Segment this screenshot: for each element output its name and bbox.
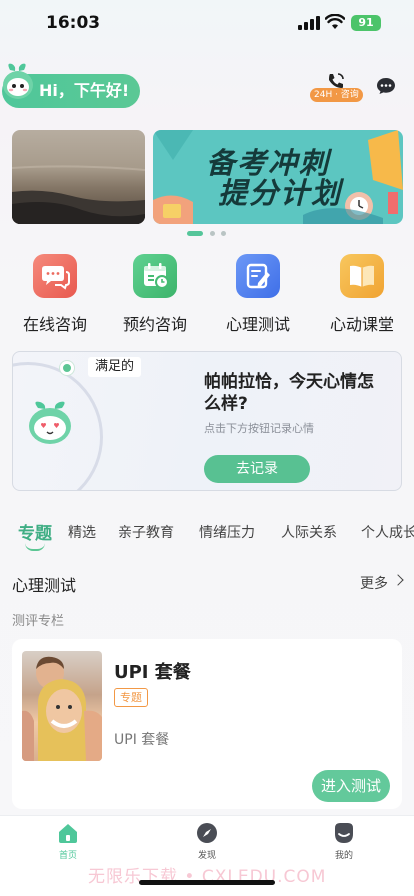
mood-subtitle: 点击下方按钮记录心情 — [204, 422, 314, 435]
entry-appointment[interactable]: 预约咨询 — [112, 254, 198, 335]
people-photo — [22, 656, 102, 761]
entry-label: 心理测试 — [225, 315, 290, 334]
carousel-dot[interactable] — [221, 231, 226, 236]
chat-bubbles-icon — [33, 254, 77, 298]
beach-photo — [12, 165, 145, 224]
nav-home[interactable]: 首页 — [38, 822, 98, 861]
status-time: 16:03 — [46, 13, 101, 33]
section-subtitle: 测评专栏 — [12, 614, 65, 629]
tab-active-indicator — [25, 543, 45, 551]
tab-parenting[interactable]: 亲子教育 — [118, 522, 174, 542]
calendar-clock-icon — [133, 254, 177, 298]
section-title: 心理测试 — [12, 576, 77, 595]
mood-slider-handle[interactable] — [60, 361, 74, 375]
test-description: UPI 套餐 — [114, 732, 170, 748]
banner-slide-photo[interactable] — [12, 130, 145, 224]
entry-label: 预约咨询 — [122, 315, 187, 334]
profile-icon — [333, 822, 355, 844]
banner-title-line2: 提分计划 — [218, 176, 343, 210]
tab-featured[interactable]: 精选 — [68, 522, 96, 542]
mood-title: 帕帕拉恰，今天心情怎么样? — [204, 372, 374, 414]
more-link[interactable]: 更多 — [360, 573, 388, 593]
carousel-dot[interactable] — [210, 231, 215, 236]
record-mood-button[interactable]: 去记录 — [204, 455, 310, 483]
entry-classroom[interactable]: 心动课堂 — [319, 254, 405, 335]
book-icon — [340, 254, 384, 298]
chat-bubble-icon[interactable] — [376, 77, 396, 95]
signal-icon — [298, 16, 320, 30]
consult-badge[interactable]: 24H · 咨询 — [310, 88, 363, 102]
enter-test-button[interactable]: 进入测试 — [312, 770, 390, 802]
nav-profile[interactable]: 我的 — [314, 822, 374, 861]
test-cover-photo[interactable] — [22, 651, 102, 761]
nav-discover[interactable]: 发现 — [177, 822, 237, 861]
mood-tag: 满足的 — [88, 357, 142, 377]
test-tag: 专题 — [114, 688, 148, 707]
tab-personal-growth[interactable]: 个人成长 — [361, 522, 414, 542]
nav-label: 我的 — [334, 851, 353, 861]
tab-relationships[interactable]: 人际关系 — [281, 522, 337, 542]
nav-label: 发现 — [197, 851, 216, 861]
test-title: UPI 套餐 — [114, 662, 191, 683]
wifi-icon — [325, 14, 345, 29]
home-icon — [57, 822, 79, 844]
tab-topic[interactable]: 专题 — [18, 519, 52, 544]
nav-label: 首页 — [58, 851, 77, 861]
carousel-dot-active[interactable] — [187, 231, 203, 236]
home-indicator — [139, 880, 275, 885]
tab-emotion-stress[interactable]: 情绪压力 — [199, 522, 255, 542]
entry-label: 在线咨询 — [22, 315, 87, 334]
entry-label: 心动课堂 — [329, 315, 394, 334]
entry-online-consult[interactable]: 在线咨询 — [12, 254, 98, 335]
compass-icon — [196, 822, 218, 844]
edit-note-icon — [236, 254, 280, 298]
mood-mascot-icon — [29, 401, 71, 444]
battery-indicator: 91 — [351, 15, 381, 31]
chevron-right-icon[interactable] — [392, 574, 404, 586]
mascot-avatar — [3, 63, 33, 99]
entry-psych-test[interactable]: 心理测试 — [215, 254, 301, 335]
